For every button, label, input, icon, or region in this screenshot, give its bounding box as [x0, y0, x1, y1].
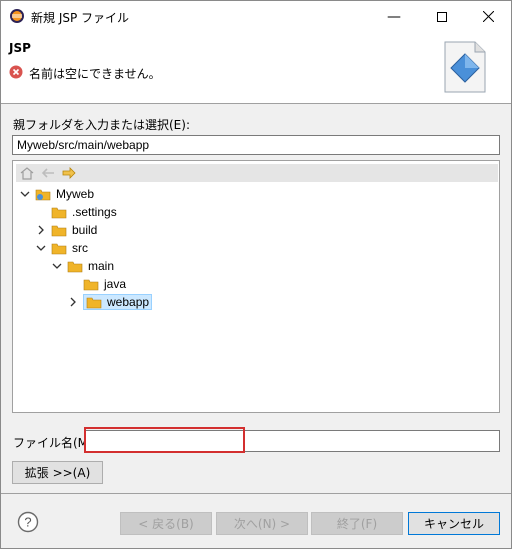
tree-item-webapp[interactable]: webapp: [67, 293, 153, 311]
tree-item-java[interactable]: java: [83, 275, 126, 293]
tree-item-label: src: [72, 241, 88, 255]
help-icon[interactable]: ?: [17, 511, 39, 533]
cancel-button[interactable]: キャンセル: [408, 512, 500, 535]
jsp-wizard-icon: [444, 41, 486, 93]
tree-item-src[interactable]: src: [35, 239, 88, 257]
chevron-down-icon[interactable]: [19, 188, 31, 200]
minimize-button[interactable]: —: [371, 1, 417, 32]
folder-icon: [51, 243, 67, 254]
folder-tree[interactable]: Myweb .settings build src main java weba…: [12, 160, 500, 413]
chevron-right-icon[interactable]: [67, 296, 79, 308]
window-title: 新規 JSP ファイル: [31, 11, 130, 25]
maximize-icon: [437, 11, 447, 22]
tree-item-label: java: [104, 277, 127, 291]
close-icon: [482, 11, 494, 22]
tree-item-label: main: [88, 259, 115, 273]
folder-icon: [51, 225, 67, 236]
tree-item-build[interactable]: build: [35, 221, 97, 239]
finish-button[interactable]: 終了(F): [311, 512, 403, 535]
tree-toolbar: [16, 164, 498, 182]
error-icon: [9, 65, 23, 79]
back-button[interactable]: < 戻る(B): [120, 512, 212, 535]
advanced-button[interactable]: 拡張 >>(A): [12, 461, 103, 484]
error-message: 名前は空にできません。: [29, 67, 161, 81]
page-title: JSP: [9, 41, 31, 55]
back-arrow-icon[interactable]: [40, 166, 56, 180]
folder-icon: [67, 261, 83, 272]
chevron-down-icon[interactable]: [51, 260, 63, 272]
chevron-down-icon[interactable]: [35, 242, 47, 254]
tree-item-label: Myweb: [56, 187, 95, 201]
home-icon[interactable]: [19, 166, 35, 180]
chevron-right-icon[interactable]: [35, 224, 47, 236]
maximize-button[interactable]: [419, 1, 465, 32]
tree-item-label: build: [72, 223, 98, 237]
parent-folder-label: 親フォルダを入力または選択(E):: [13, 118, 190, 132]
tree-item-myweb[interactable]: Myweb: [19, 185, 94, 203]
svg-text:?: ?: [24, 515, 31, 530]
selected-tree-item: webapp: [83, 294, 153, 310]
tree-item-label: .settings: [72, 205, 117, 219]
folder-icon: [51, 207, 67, 218]
next-button[interactable]: 次へ(N) >: [216, 512, 308, 535]
forward-arrow-icon[interactable]: [61, 166, 77, 180]
new-jsp-file-dialog: 新規 JSP ファイル — JSP 名前は空にできません。 親フォルダを入力また…: [0, 0, 512, 549]
tree-item-settings[interactable]: .settings: [51, 203, 117, 221]
parent-folder-input[interactable]: [12, 135, 500, 155]
title-bar: 新規 JSP ファイル —: [1, 1, 511, 32]
close-button[interactable]: [465, 1, 511, 32]
folder-icon: [83, 279, 99, 290]
tree-item-label: webapp: [107, 295, 150, 309]
project-icon: [35, 189, 51, 200]
tree-item-main[interactable]: main: [51, 257, 114, 275]
button-bar-separator: [1, 493, 511, 494]
wizard-header: JSP 名前は空にできません。: [1, 32, 511, 104]
red-highlight-box: [84, 427, 245, 453]
eclipse-icon: [10, 9, 24, 23]
folder-icon: [86, 297, 102, 308]
